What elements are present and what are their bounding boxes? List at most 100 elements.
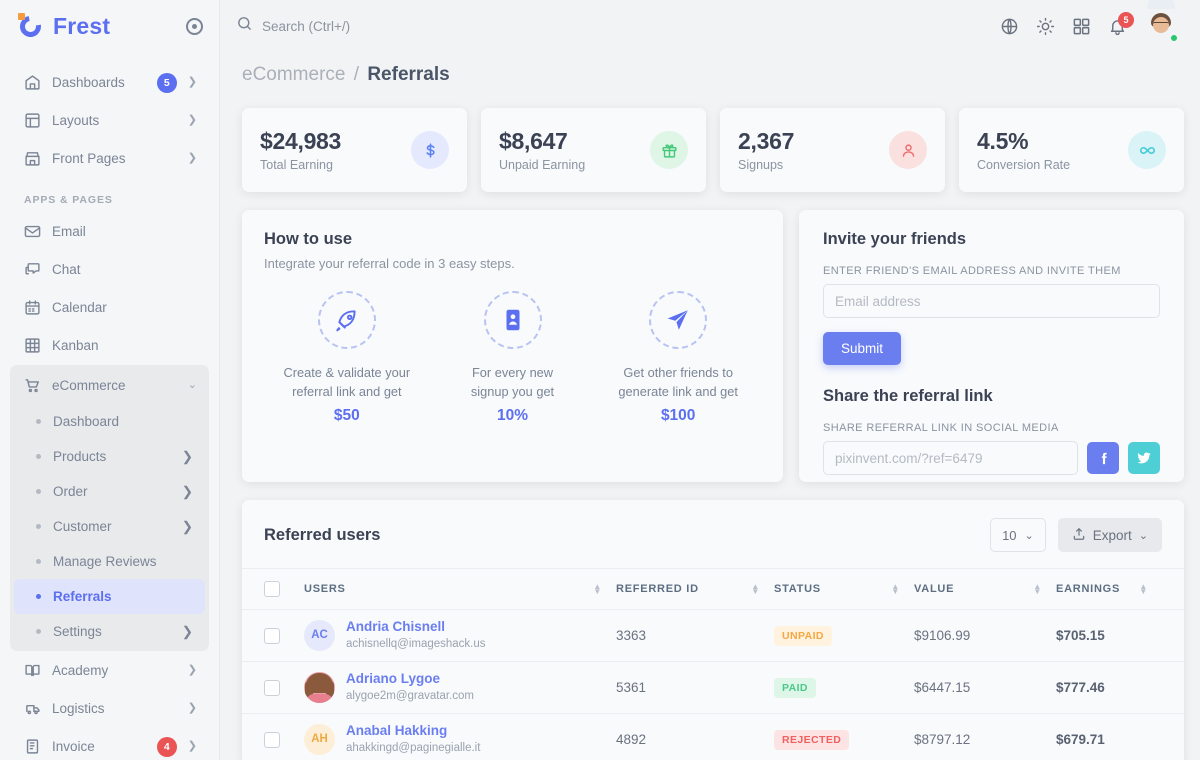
stat-card-total-earning: $24,983 Total Earning xyxy=(242,108,467,192)
page-size-select[interactable]: 10 ⌄ xyxy=(990,518,1046,552)
sidebar-item-invoice[interactable]: Invoice 4 ❯ xyxy=(10,728,209,760)
sort-toggle-status[interactable]: ▲▼ xyxy=(891,584,914,594)
step-amount: $50 xyxy=(264,407,430,425)
step-amount: 10% xyxy=(430,407,596,425)
sidebar-item-referrals[interactable]: Referrals xyxy=(14,579,205,614)
stat-value: $24,983 xyxy=(260,128,411,155)
sidebar-item-customer[interactable]: Customer ❯ xyxy=(14,509,205,544)
stat-label: Signups xyxy=(738,158,889,172)
referral-link-input[interactable] xyxy=(823,441,1078,475)
sidebar-item-manage-reviews[interactable]: Manage Reviews xyxy=(14,544,205,579)
avatar-initials: AC xyxy=(311,629,328,641)
user-email: ahakkingd@paginegialle.it xyxy=(346,740,480,757)
user-name[interactable]: Anabal Hakking xyxy=(346,722,480,740)
sort-toggle-users[interactable]: ▲▼ xyxy=(593,584,616,594)
how-to-use-card: How to use Integrate your referral code … xyxy=(242,210,783,482)
user-avatar xyxy=(304,672,335,703)
referred-id-value: 4892 xyxy=(616,732,646,747)
sidebar-item-academy[interactable]: Academy ❯ xyxy=(10,652,209,689)
earnings-amount: $705.15 xyxy=(1056,628,1105,643)
sidebar-item-label: Front Pages xyxy=(52,151,177,166)
breadcrumb: eCommerce / Referrals xyxy=(220,52,1200,86)
email-field[interactable] xyxy=(823,284,1160,318)
chevron-right-icon: ❯ xyxy=(182,484,193,500)
invoice-badge: 4 xyxy=(157,737,177,757)
row-checkbox[interactable] xyxy=(264,732,280,748)
sidebar-item-front-pages[interactable]: Front Pages ❯ xyxy=(10,140,209,177)
sidebar-item-dashboard[interactable]: Dashboard xyxy=(14,404,205,439)
select-all-checkbox[interactable] xyxy=(264,581,280,597)
column-header-value: VALUE ▲▼ xyxy=(914,583,1056,595)
dollar-icon xyxy=(411,131,449,169)
user-name[interactable]: Andria Chisnell xyxy=(346,618,486,636)
brand-header: Frest xyxy=(0,0,219,52)
avatar[interactable] xyxy=(1144,9,1178,43)
table-title: Referred users xyxy=(264,526,380,545)
user-icon xyxy=(889,131,927,169)
sort-toggle-value[interactable]: ▲▼ xyxy=(1033,584,1056,594)
sidebar-item-label: Dashboards xyxy=(52,75,146,90)
sort-toggle-earnings[interactable]: ▲▼ xyxy=(1139,584,1162,594)
sidebar-item-dashboards[interactable]: Dashboards 5 ❯ xyxy=(10,64,209,101)
column-label: USERS xyxy=(304,583,346,595)
store-icon xyxy=(23,150,41,168)
row-checkbox[interactable] xyxy=(264,628,280,644)
sidebar-item-order[interactable]: Order ❯ xyxy=(14,474,205,509)
stat-value: 2,367 xyxy=(738,128,889,155)
search-input[interactable]: Search (Ctrl+/) xyxy=(236,15,350,37)
sidebar-item-settings[interactable]: Settings ❯ xyxy=(14,614,205,649)
stat-label: Total Earning xyxy=(260,158,411,172)
layout-icon xyxy=(23,112,41,130)
table-column-headers: USERS ▲▼ REFERRED ID ▲▼ STATUS ▲▼ VALUE … xyxy=(242,568,1184,610)
sidebar-item-email[interactable]: Email xyxy=(10,213,209,250)
chevron-right-icon: ❯ xyxy=(188,703,197,714)
invoice-icon xyxy=(23,738,41,756)
bullet-icon xyxy=(36,454,41,459)
sidebar-item-logistics[interactable]: Logistics ❯ xyxy=(10,690,209,727)
twitter-icon[interactable] xyxy=(1128,442,1160,474)
bell-icon[interactable]: 5 xyxy=(1108,17,1127,36)
logo-icon xyxy=(18,13,44,39)
export-button[interactable]: Export ⌄ xyxy=(1058,518,1162,552)
sun-icon[interactable] xyxy=(1036,17,1055,36)
sort-toggle-referred-id[interactable]: ▲▼ xyxy=(751,584,774,594)
chevron-right-icon: ❯ xyxy=(188,77,197,88)
sidebar-item-ecommerce[interactable]: eCommerce ⌄ xyxy=(10,367,209,404)
how-to-use-subtitle: Integrate your referral code in 3 easy s… xyxy=(264,256,761,271)
chat-icon xyxy=(23,261,41,279)
step-line-1: Get other friends to xyxy=(623,365,733,380)
app-root: Frest Dashboards 5 ❯ Layouts ❯ xyxy=(0,0,1200,760)
table-row: AH Anabal Hakking ahakkingd@paginegialle… xyxy=(242,714,1184,760)
chevron-down-icon: ⌄ xyxy=(1139,529,1148,542)
globe-icon[interactable] xyxy=(1000,17,1019,36)
step-line-2: generate link and get xyxy=(618,384,738,399)
sidebar-item-layouts[interactable]: Layouts ❯ xyxy=(10,102,209,139)
sidebar-item-products[interactable]: Products ❯ xyxy=(14,439,205,474)
gift-icon xyxy=(650,131,688,169)
sidebar-pin-toggle-icon[interactable] xyxy=(186,18,203,35)
sidebar-group-ecommerce: eCommerce ⌄ Dashboard Products ❯ Order ❯ xyxy=(10,365,209,651)
submit-button[interactable]: Submit xyxy=(823,332,901,365)
facebook-icon[interactable] xyxy=(1087,442,1119,474)
sidebar-item-chat[interactable]: Chat xyxy=(10,251,209,288)
bullet-icon xyxy=(36,419,41,424)
referred-users-card: Referred users 10 ⌄ Export ⌄ xyxy=(242,500,1184,760)
earnings-amount: $777.46 xyxy=(1056,680,1105,695)
column-header-referred-id: REFERRED ID ▲▼ xyxy=(616,583,774,595)
dashboards-badge: 5 xyxy=(157,73,177,93)
user-email: alygoe2m@gravatar.com xyxy=(346,688,474,705)
table-row: AC Andria Chisnell achisnellq@imageshack… xyxy=(242,610,1184,662)
export-label: Export xyxy=(1093,528,1132,543)
sidebar-item-calendar[interactable]: Calendar xyxy=(10,289,209,326)
column-label: STATUS xyxy=(774,583,821,595)
breadcrumb-parent[interactable]: eCommerce xyxy=(242,64,345,85)
stat-card-conversion-rate: 4.5% Conversion Rate xyxy=(959,108,1184,192)
sidebar-subitem-label: Customer xyxy=(53,519,170,534)
sidebar-subitem-label: Settings xyxy=(53,624,170,639)
sidebar-item-label: Calendar xyxy=(52,300,197,315)
user-name[interactable]: Adriano Lygoe xyxy=(346,670,474,688)
sidebar-item-kanban[interactable]: Kanban xyxy=(10,327,209,364)
row-checkbox[interactable] xyxy=(264,680,280,696)
topbar: Search (Ctrl+/) 5 xyxy=(220,0,1200,52)
grid-icon[interactable] xyxy=(1072,17,1091,36)
